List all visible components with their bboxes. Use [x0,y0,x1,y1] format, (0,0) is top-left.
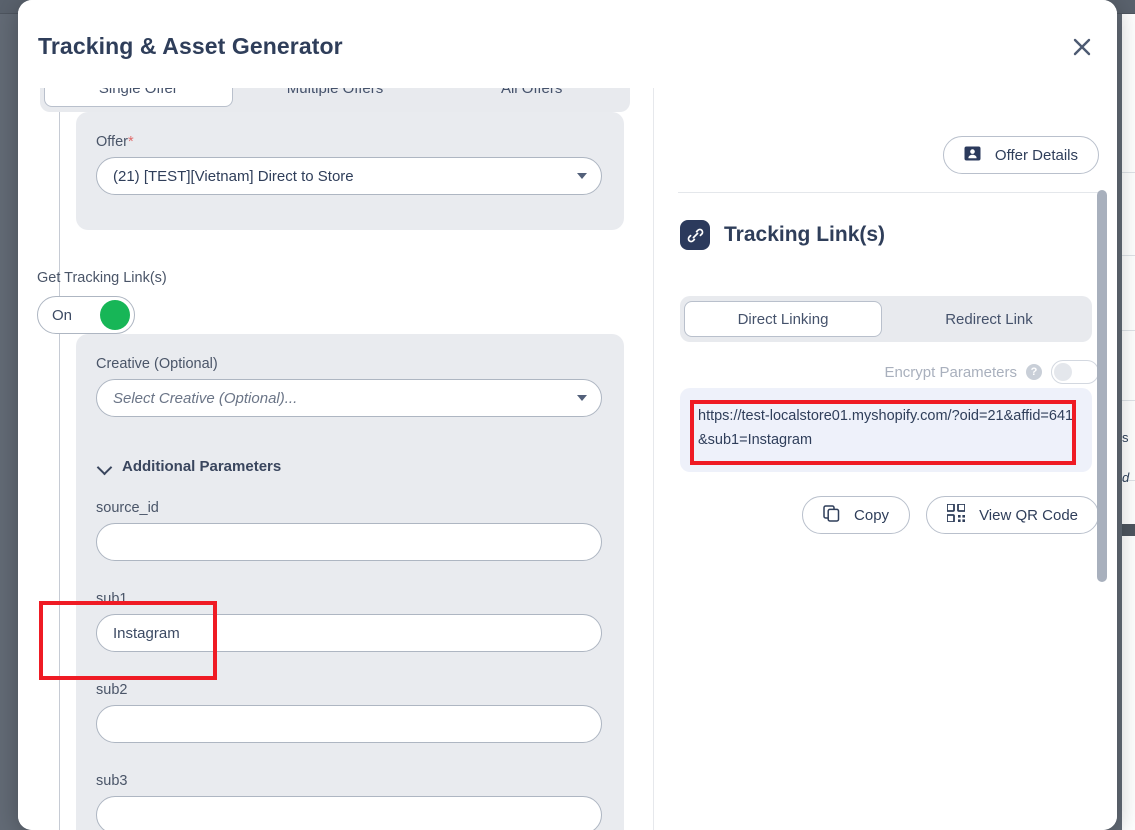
modal-body: Single Offer Multiple Offers All Offers … [18,88,1117,830]
required-marker: * [128,134,134,150]
tab-redirect-link[interactable]: Redirect Link [890,301,1088,337]
qr-code-icon [947,504,965,526]
tab-multiple-offers-label: Multiple Offers [287,88,383,97]
chevron-down-icon [577,173,587,179]
close-icon[interactable] [1065,30,1099,64]
copy-button[interactable]: Copy [802,496,910,534]
sub2-label: sub2 [96,682,602,698]
tab-direct-linking[interactable]: Direct Linking [684,301,882,337]
tracking-url-text: https://test-localstore01.myshopify.com/… [698,404,1074,452]
tracking-url-box[interactable]: https://test-localstore01.myshopify.com/… [680,388,1092,472]
creative-select[interactable]: Select Creative (Optional)... [96,379,602,417]
tab-single-offer[interactable]: Single Offer [44,88,233,107]
background-rule [1122,172,1135,173]
tab-single-offer-label: Single Offer [99,88,178,97]
offer-mode-tabs: Single Offer Multiple Offers All Offers [40,88,630,112]
switch-knob [1054,363,1072,381]
tab-multiple-offers[interactable]: Multiple Offers [241,88,430,107]
tracking-asset-generator-modal: Tracking & Asset Generator Single Offer … [18,0,1117,830]
view-qr-code-label: View QR Code [979,507,1078,524]
sub3-input[interactable] [96,796,602,830]
offer-details-button[interactable]: Offer Details [943,136,1099,174]
background-rule [1122,330,1135,331]
background-row-highlight [1122,524,1135,536]
encrypt-parameters-label: Encrypt Parameters [884,364,1017,381]
get-tracking-links-label: Get Tracking Link(s) [37,270,167,286]
sub3-label: sub3 [96,773,602,789]
background-text-fragment: s [1122,430,1135,445]
connector-line [59,334,60,830]
background-rule [1122,400,1135,401]
help-icon[interactable]: ? [1026,364,1042,380]
sub1-input[interactable] [96,614,602,652]
modal-scrollbar-track[interactable] [1102,118,1112,790]
copy-label: Copy [854,507,889,524]
tab-redirect-link-label: Redirect Link [945,311,1033,328]
background-content-strip [1122,14,1135,830]
encrypt-parameters-row: Encrypt Parameters ? [884,360,1099,384]
additional-parameters-label: Additional Parameters [122,458,281,475]
modal-header: Tracking & Asset Generator [18,0,1117,88]
header-divider [678,192,1099,193]
offer-card: Offer* (21) [TEST][Vietnam] Direct to St… [76,112,624,230]
creative-parameters-card: Creative (Optional) Select Creative (Opt… [76,334,624,830]
modal-scrollbar-thumb[interactable] [1097,190,1107,582]
source-id-input[interactable] [96,523,602,561]
tracking-links-header: Tracking Link(s) [680,220,885,250]
tab-all-offers-label: All Offers [501,88,562,97]
creative-label: Creative (Optional) [96,356,602,372]
tab-direct-linking-label: Direct Linking [738,311,829,328]
right-panel: Offer Details Tracking Link(s) Direct Li… [654,88,1117,830]
sub2-input[interactable] [96,705,602,743]
background-text-fragment: d [1122,470,1135,485]
offer-select-value: (21) [TEST][Vietnam] Direct to Store [113,168,354,185]
offer-label: Offer* [96,134,602,150]
tracking-url-actions: Copy View QR Code [802,496,1099,534]
creative-select-placeholder: Select Creative (Optional)... [113,390,297,407]
tab-all-offers[interactable]: All Offers [437,88,626,107]
toggle-knob [100,300,130,330]
toggle-state-label: On [52,307,72,324]
copy-icon [823,505,840,526]
link-type-tabs: Direct Linking Redirect Link [680,296,1092,342]
get-tracking-links-toggle[interactable]: On [37,296,135,334]
link-icon [680,220,710,250]
view-qr-code-button[interactable]: View QR Code [926,496,1099,534]
additional-parameters-toggle[interactable]: Additional Parameters [98,458,281,475]
chevron-down-icon [577,395,587,401]
tracking-links-title: Tracking Link(s) [724,223,885,247]
background-rule [1122,255,1135,256]
contact-card-icon [964,146,981,165]
sub1-label: sub1 [96,591,602,607]
left-panel: Single Offer Multiple Offers All Offers … [18,88,653,830]
source-id-label: source_id [96,500,602,516]
modal-title: Tracking & Asset Generator [38,33,343,60]
offer-details-label: Offer Details [995,147,1078,164]
encrypt-parameters-switch[interactable] [1051,360,1099,384]
chevron-down-icon [98,460,112,474]
offer-select[interactable]: (21) [TEST][Vietnam] Direct to Store [96,157,602,195]
